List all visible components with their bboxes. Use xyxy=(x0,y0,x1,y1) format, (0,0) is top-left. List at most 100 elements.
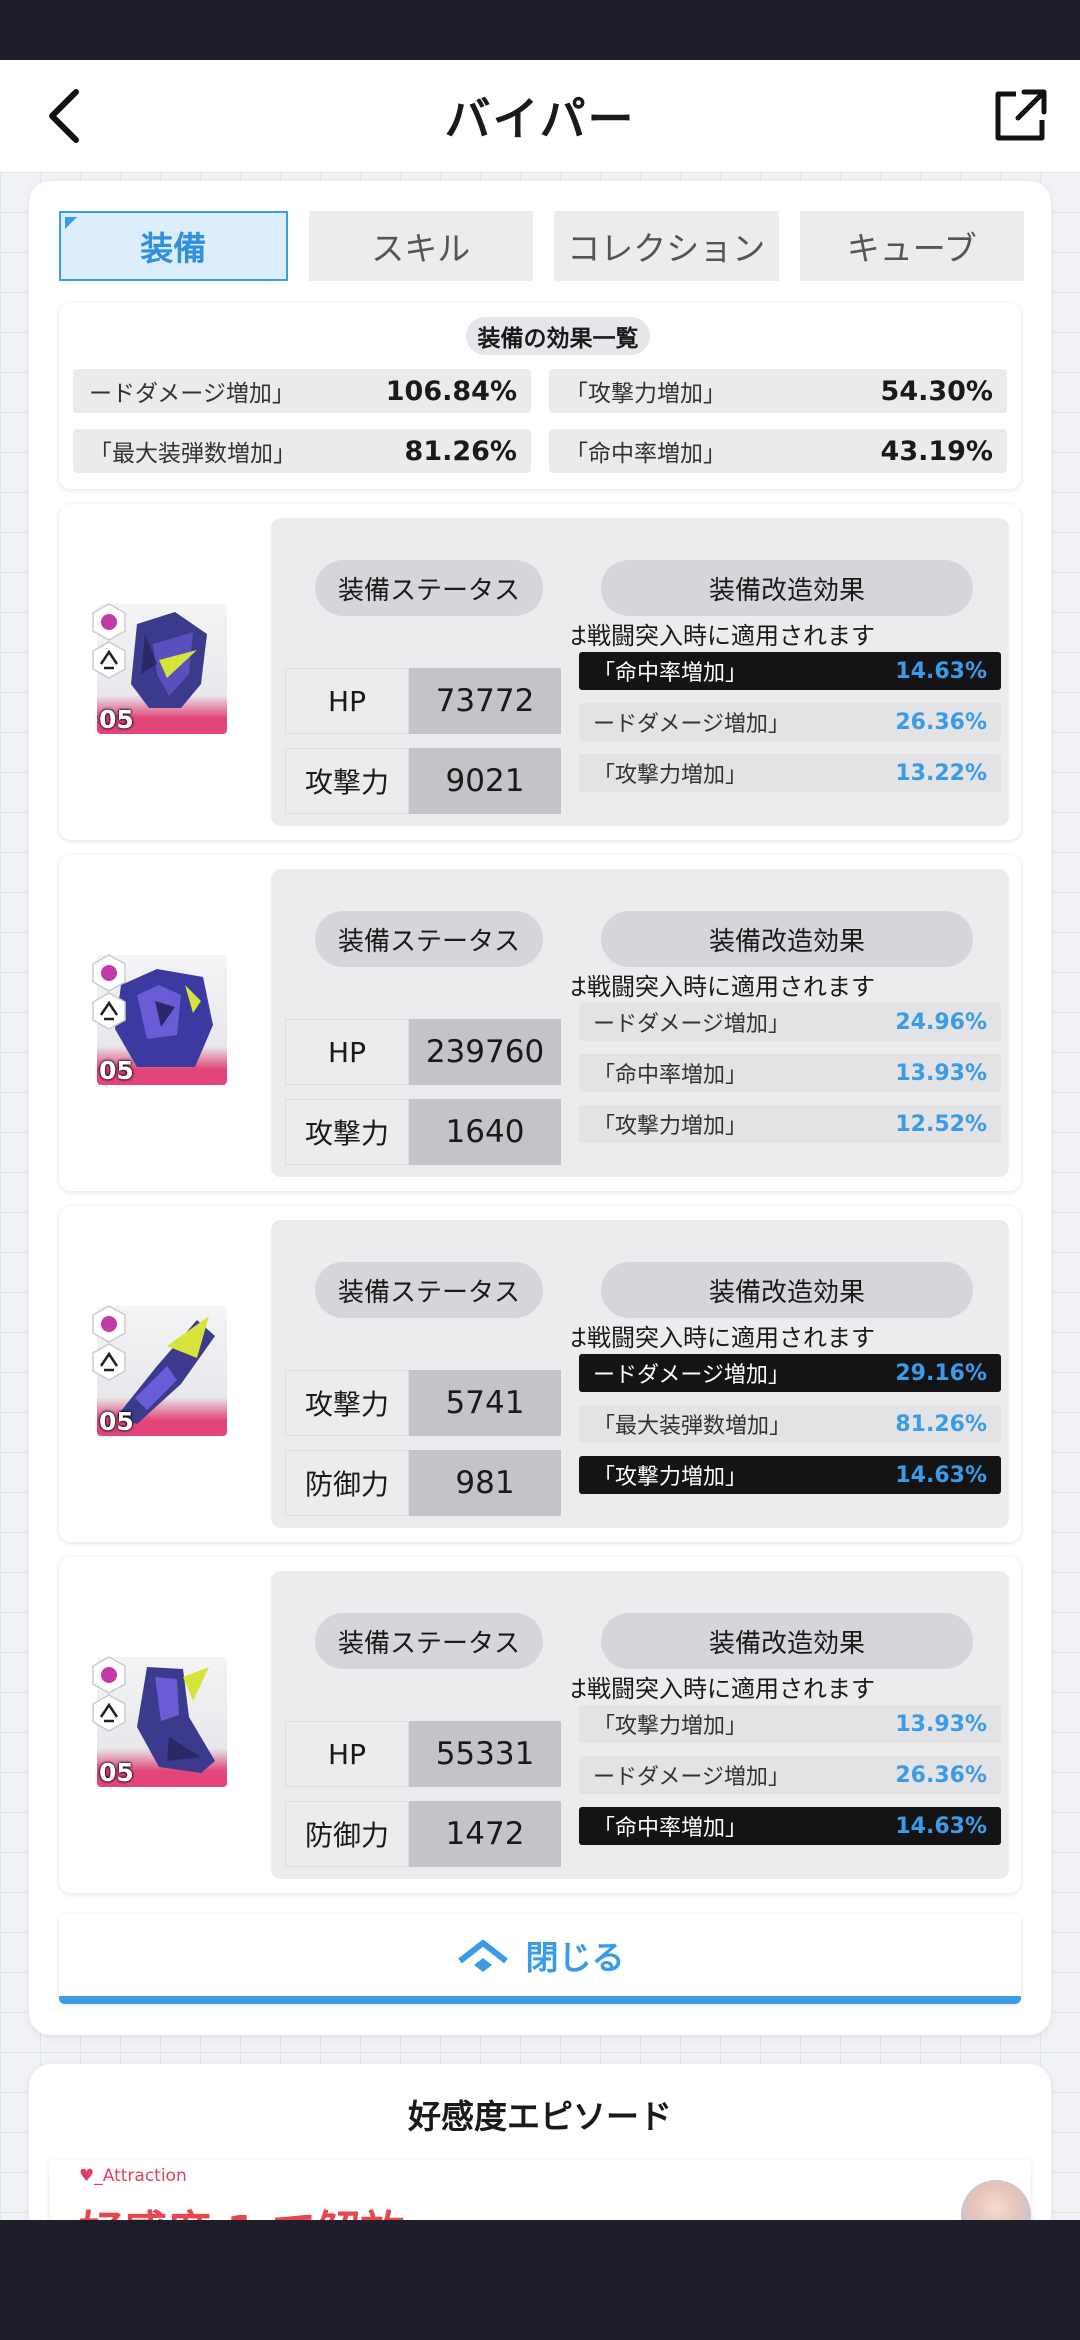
summary-row: 「最大装弾数増加」 81.26% xyxy=(73,429,531,473)
stat-row: 攻撃力 9021 xyxy=(285,748,561,814)
status-bar xyxy=(0,0,1080,60)
summary-row: 「攻撃力増加」 54.30% xyxy=(549,369,1007,413)
mod-value: 14.63% xyxy=(895,658,987,684)
mod-value: 29.16% xyxy=(895,1360,987,1386)
tab-bar: 装備 スキル コレクション キューブ xyxy=(59,211,1024,281)
stat-value: 239760 xyxy=(409,1019,561,1085)
mod-row: ードダメージ増加」 26.36% xyxy=(579,703,1001,741)
equipment-details: 装備ステータス 装備改造効果 HP 239760 攻撃力 1640 は戦闘突入時… xyxy=(271,869,1009,1177)
external-link-icon[interactable] xyxy=(990,86,1050,146)
stat-row: HP 55331 xyxy=(285,1721,561,1787)
app-header: バイパー xyxy=(0,60,1080,172)
heart-icon: ♥ xyxy=(79,2166,95,2186)
equipment-details: 装備ステータス 装備改造効果 攻撃力 5741 防御力 981 は戦闘突入時に適… xyxy=(271,1220,1009,1528)
mod-note-text: は戦闘突入時に適用されます xyxy=(571,973,875,1001)
rank-badge-icon xyxy=(92,1305,126,1343)
stat-label: 攻撃力 xyxy=(285,748,409,814)
rank-badge-icon xyxy=(92,1656,126,1694)
mod-note-text: は戦闘突入時に適用されます xyxy=(571,1324,875,1352)
tab-skill[interactable]: スキル xyxy=(308,211,533,281)
equipment-image: 05 xyxy=(92,954,227,1085)
mod-key: 「攻撃力増加」 xyxy=(593,1714,748,1739)
summary-row: 「命中率増加」 43.19% xyxy=(549,429,1007,473)
mod-value: 26.36% xyxy=(895,709,987,735)
stat-label: 攻撃力 xyxy=(285,1099,409,1165)
mod-key: 「攻撃力増加」 xyxy=(593,1114,748,1139)
summary-value: 81.26% xyxy=(404,435,517,467)
status-pill: 装備ステータス xyxy=(315,560,543,616)
stat-label: HP xyxy=(285,1019,409,1085)
mod-value: 13.93% xyxy=(895,1711,987,1737)
equipment-card-leg[interactable]: 05 装備ステータス 装備改造効果 HP 55331 防御力 1472 は戦闘突… xyxy=(59,1557,1021,1893)
mod-row: 「攻撃力増加」 14.63% xyxy=(579,1456,1001,1494)
equipment-effects-summary: 装備の効果一覧 ードダメージ増加」 106.84% 「攻撃力増加」 54.30%… xyxy=(59,303,1021,489)
summary-key: ードダメージ増加」 xyxy=(89,381,295,407)
stat-row: HP 73772 xyxy=(285,668,561,734)
mod-note: は戦闘突入時に適用されます xyxy=(571,616,1001,651)
stat-value: 1640 xyxy=(409,1099,561,1165)
mod-key: 「最大装弾数増加」 xyxy=(593,1414,792,1439)
company-badge-icon xyxy=(92,641,126,679)
stat-row: 攻撃力 1640 xyxy=(285,1099,561,1165)
summary-value: 54.30% xyxy=(880,375,993,407)
stat-label: 防御力 xyxy=(285,1450,409,1516)
system-navigation-bar xyxy=(0,2220,1080,2340)
status-pill: 装備ステータス xyxy=(315,911,543,967)
mod-row: 「命中率増加」 14.63% xyxy=(579,1807,1001,1845)
mod-effects-pill: 装備改造効果 xyxy=(601,1262,973,1318)
mod-effects-pill: 装備改造効果 xyxy=(601,560,973,616)
equipment-panel: 装備 スキル コレクション キューブ 装備の効果一覧 ードダメージ増加」 106… xyxy=(29,181,1051,2035)
equipment-details: 装備ステータス 装備改造効果 HP 55331 防御力 1472 は戦闘突入時に… xyxy=(271,1571,1009,1879)
mod-value: 24.96% xyxy=(895,1009,987,1035)
mod-row: 「命中率増加」 13.93% xyxy=(579,1054,1001,1092)
close-button[interactable]: 閉じる xyxy=(59,1914,1021,2004)
equipment-level: 05 xyxy=(99,1407,134,1436)
stat-label: 攻撃力 xyxy=(285,1370,409,1436)
tab-cube[interactable]: キューブ xyxy=(799,211,1024,281)
summary-value: 106.84% xyxy=(385,375,517,407)
summary-row: ードダメージ増加」 106.84% xyxy=(73,369,531,413)
equipment-image: 05 xyxy=(92,603,227,734)
mod-key: ードダメージ増加」 xyxy=(593,712,790,737)
collapse-chevron-icon xyxy=(457,1940,508,1972)
mod-key: ードダメージ増加」 xyxy=(593,1765,790,1790)
mod-key: 「命中率増加」 xyxy=(593,661,748,686)
summary-value: 43.19% xyxy=(880,435,993,467)
mod-value: 13.93% xyxy=(895,1060,987,1086)
stat-value: 73772 xyxy=(409,668,561,734)
mod-key: 「攻撃力増加」 xyxy=(593,763,748,788)
stat-row: 攻撃力 5741 xyxy=(285,1370,561,1436)
mod-key: ードダメージ増加」 xyxy=(593,1012,790,1037)
stat-row: 防御力 1472 xyxy=(285,1801,561,1867)
status-pill: 装備ステータス xyxy=(315,1262,543,1318)
stat-label: HP xyxy=(285,1721,409,1787)
equipment-level: 05 xyxy=(99,1056,134,1085)
tab-equipment[interactable]: 装備 xyxy=(59,211,288,281)
stat-row: 防御力 981 xyxy=(285,1450,561,1516)
mod-key: 「命中率増加」 xyxy=(593,1816,748,1841)
mod-value: 81.26% xyxy=(895,1411,987,1437)
mod-effects-pill: 装備改造効果 xyxy=(601,1613,973,1669)
stat-value: 1472 xyxy=(409,1801,561,1867)
equipment-card-arm[interactable]: 05 装備ステータス 装備改造効果 攻撃力 5741 防御力 981 は戦闘突入… xyxy=(59,1206,1021,1542)
mod-row: 「攻撃力増加」 13.93% xyxy=(579,1705,1001,1743)
company-badge-icon xyxy=(92,1694,126,1732)
rank-badge-icon xyxy=(92,603,126,641)
back-arrow-icon[interactable] xyxy=(38,84,98,148)
equipment-image: 05 xyxy=(92,1656,227,1787)
page-title: バイパー xyxy=(444,92,636,146)
tab-collection[interactable]: コレクション xyxy=(554,211,779,281)
mod-note-text: は戦闘突入時に適用されます xyxy=(571,622,875,650)
mod-effects-pill: 装備改造効果 xyxy=(601,911,973,967)
mod-row: 「攻撃力増加」 13.22% xyxy=(579,754,1001,792)
equipment-card-body[interactable]: 05 装備ステータス 装備改造効果 HP 239760 攻撃力 1640 は戦闘… xyxy=(59,855,1021,1191)
stat-value: 55331 xyxy=(409,1721,561,1787)
equipment-card-head[interactable]: 05 装備ステータス 装備改造効果 HP 73772 攻撃力 9021 は戦闘突… xyxy=(59,504,1021,840)
mod-note-text: は戦闘突入時に適用されます xyxy=(571,1675,875,1703)
mod-row: ードダメージ増加」 24.96% xyxy=(579,1003,1001,1041)
company-badge-icon xyxy=(92,1343,126,1381)
mod-value: 26.36% xyxy=(895,1762,987,1788)
equipment-level: 05 xyxy=(99,705,134,734)
mod-row: ードダメージ増加」 26.36% xyxy=(579,1756,1001,1794)
episode-title: 好感度エピソード xyxy=(408,2097,672,2136)
